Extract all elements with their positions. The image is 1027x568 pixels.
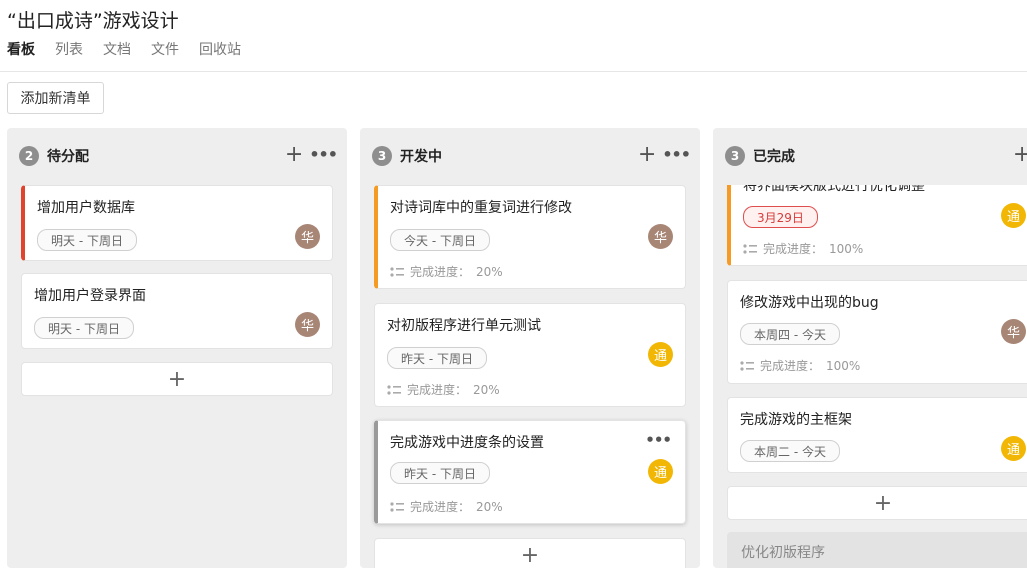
column-unassigned: 2 待分配 + ••• 增加用户数据库 明天 - 下周日 华 增加用户登录界面 …	[7, 128, 347, 568]
checklist-icon	[387, 384, 401, 395]
progress-value: 20%	[476, 264, 503, 279]
progress-row: 完成进度： 100%	[743, 240, 863, 257]
card-count-badge: 3	[372, 146, 392, 166]
checklist-icon	[743, 243, 757, 254]
card-count-badge: 2	[19, 146, 39, 166]
avatar[interactable]: 通	[1001, 436, 1026, 461]
task-card[interactable]: 完成游戏中进度条的设置 ••• 昨天 - 下周日 通 完成进度： 20%	[374, 420, 686, 524]
view-tabs: 看板 列表 文档 文件 回收站	[7, 39, 241, 59]
checklist-icon	[740, 360, 754, 371]
add-card-icon[interactable]: +	[638, 144, 656, 166]
task-title: 对初版程序进行单元测试	[387, 318, 541, 334]
task-title: 将界面模块版式进行优化调整	[743, 185, 925, 194]
avatar[interactable]: 通	[1001, 203, 1026, 228]
avatar[interactable]: 华	[295, 312, 320, 337]
progress-label: 完成进度：	[407, 383, 468, 397]
avatar[interactable]: 通	[648, 459, 673, 484]
add-card-icon[interactable]: +	[1013, 144, 1027, 166]
task-title: 增加用户登录界面	[34, 288, 146, 304]
date-range-badge: 明天 - 下周日	[34, 317, 134, 339]
progress-row: 完成进度： 100%	[740, 357, 860, 374]
progress-value: 20%	[473, 382, 500, 397]
progress-label: 完成进度：	[760, 359, 821, 373]
checklist-icon	[390, 501, 404, 512]
date-range-badge: 昨天 - 下周日	[387, 347, 487, 369]
tab-list[interactable]: 列表	[55, 39, 83, 59]
avatar[interactable]: 华	[295, 224, 320, 249]
task-card[interactable]: 增加用户数据库 明天 - 下周日 华	[21, 185, 333, 261]
progress-value: 100%	[829, 241, 864, 256]
task-card[interactable]: 完成游戏的主框架 本周二 - 今天 通	[727, 397, 1027, 473]
progress-row: 完成进度： 20%	[390, 263, 503, 280]
add-card-button[interactable]: +	[374, 538, 686, 568]
task-title: 修改游戏中出现的bug	[740, 295, 879, 311]
add-card-button[interactable]: +	[21, 362, 333, 396]
tab-recycle-bin[interactable]: 回收站	[199, 39, 241, 59]
date-range-badge: 明天 - 下周日	[37, 229, 137, 251]
task-card[interactable]: 对诗词库中的重复词进行修改 今天 - 下周日 华 完成进度： 20%	[374, 185, 686, 289]
task-title: 完成游戏的主框架	[740, 412, 852, 428]
progress-label: 完成进度：	[410, 500, 471, 514]
column-done: 3 已完成 + ••• 将界面模块版式进行优化调整 3月29日 通 完成进度： …	[713, 128, 1027, 568]
task-title: 增加用户数据库	[37, 200, 135, 216]
progress-value: 100%	[826, 358, 861, 373]
progress-row: 完成进度： 20%	[390, 498, 503, 515]
dragging-card-ghost: 优化初版程序	[727, 532, 1027, 568]
column-title: 开发中	[400, 149, 442, 165]
date-range-badge: 昨天 - 下周日	[390, 462, 490, 484]
column-header: 2 待分配	[19, 146, 89, 166]
tab-kanban[interactable]: 看板	[7, 39, 35, 59]
progress-value: 20%	[476, 499, 503, 514]
card-more-icon[interactable]: •••	[645, 431, 672, 449]
task-card[interactable]: 将界面模块版式进行优化调整 3月29日 通 完成进度： 100%	[727, 185, 1027, 266]
avatar[interactable]: 华	[1001, 319, 1026, 344]
column-more-icon[interactable]: •••	[662, 145, 691, 165]
column-in-progress: 3 开发中 + ••• 对诗词库中的重复词进行修改 今天 - 下周日 华 完成进…	[360, 128, 700, 568]
ghost-card-title: 优化初版程序	[741, 545, 825, 561]
add-list-button[interactable]: 添加新清单	[7, 82, 104, 114]
task-title: 对诗词库中的重复词进行修改	[390, 200, 572, 216]
column-header: 3 开发中	[372, 146, 442, 166]
add-card-icon[interactable]: +	[285, 144, 303, 166]
progress-row: 完成进度： 20%	[387, 381, 500, 398]
column-header: 3 已完成	[725, 146, 795, 166]
date-range-badge: 今天 - 下周日	[390, 229, 490, 251]
date-range-badge: 本周二 - 今天	[740, 440, 840, 462]
task-card[interactable]: 对初版程序进行单元测试 昨天 - 下周日 通 完成进度： 20%	[374, 303, 686, 407]
card-list[interactable]: 将界面模块版式进行优化调整 3月29日 通 完成进度： 100% 修改游戏中出现…	[713, 185, 1027, 568]
date-range-badge: 本周四 - 今天	[740, 323, 840, 345]
column-title: 已完成	[753, 149, 795, 165]
tab-docs[interactable]: 文档	[103, 39, 131, 59]
avatar[interactable]: 通	[648, 342, 673, 367]
add-card-button[interactable]: +	[727, 486, 1027, 520]
avatar[interactable]: 华	[648, 224, 673, 249]
header-divider	[0, 71, 1027, 72]
project-title: “出口成诗”游戏设计	[7, 10, 179, 32]
task-title: 完成游戏中进度条的设置	[390, 435, 544, 451]
progress-label: 完成进度：	[410, 265, 471, 279]
progress-label: 完成进度：	[763, 242, 824, 256]
due-date-badge: 3月29日	[743, 206, 818, 228]
task-card[interactable]: 修改游戏中出现的bug 本周四 - 今天 华 完成进度： 100%	[727, 280, 1027, 384]
tab-files[interactable]: 文件	[151, 39, 179, 59]
column-more-icon[interactable]: •••	[309, 145, 338, 165]
card-count-badge: 3	[725, 146, 745, 166]
checklist-icon	[390, 266, 404, 277]
column-title: 待分配	[47, 149, 89, 165]
task-card[interactable]: 增加用户登录界面 明天 - 下周日 华	[21, 273, 333, 349]
